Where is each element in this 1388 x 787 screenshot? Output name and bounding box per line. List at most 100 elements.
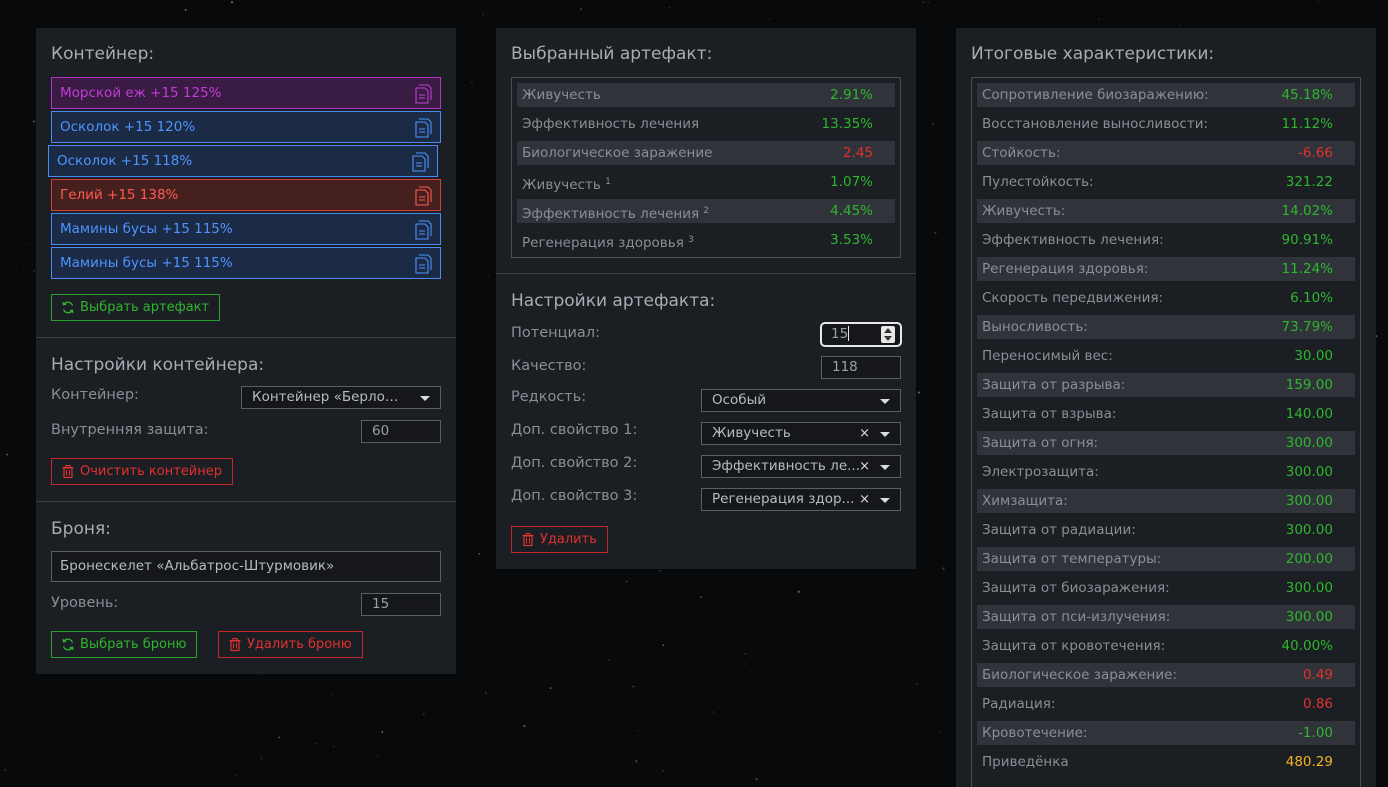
stat-name-text: Стойкость: (982, 145, 1061, 161)
star (1178, 24, 1180, 25)
stat-name: Пулестойкость: (982, 170, 1094, 194)
copy-icon[interactable] (414, 220, 432, 240)
stat-name: Биологическое заражение (522, 141, 712, 165)
stat-row: Защита от радиации: 300.00 (977, 518, 1355, 542)
artifact-item[interactable]: Осколок +15 120% (51, 111, 441, 143)
artifact-item[interactable]: Мамины бусы +15 115% (51, 213, 441, 245)
stat-name: Эффективность лечения: (982, 228, 1164, 252)
copy-icon[interactable] (414, 84, 432, 104)
stat-name: Приведёнка (982, 750, 1069, 774)
star (184, 9, 187, 11)
stat-footnote: 2 (703, 206, 710, 216)
choose-artifact-button[interactable]: Выбрать артефакт (51, 294, 221, 321)
stat-value: 11.12% (1281, 116, 1333, 132)
stat-name-text: Восстановление выносливости: (982, 116, 1209, 132)
stat-value: 6.10% (1290, 290, 1333, 306)
stat-name: Защита от радиации: (982, 518, 1136, 542)
inner-protection-label: Внутренняя защита: (51, 422, 209, 438)
stat-name: Биологическое заражение: (982, 663, 1177, 687)
stat-row: Эффективность лечения 2 4.45% (517, 199, 895, 223)
stat-value: 4.45% (830, 203, 873, 219)
stat-row: Эффективность лечения 13.35% (517, 112, 895, 136)
spinner-buttons[interactable] (881, 326, 895, 343)
star (32, 120, 35, 123)
extra2-select-value: Эффективность ле... (712, 458, 860, 474)
stat-value: 300.00 (1285, 435, 1333, 451)
star (917, 391, 921, 394)
star (662, 769, 665, 772)
artifact-item[interactable]: Мамины бусы +15 115% (51, 247, 441, 279)
extra1-select[interactable]: Живучесть × (701, 422, 901, 445)
extra3-select[interactable]: Регенерация здор... × (701, 488, 901, 511)
spin-down-icon[interactable] (884, 336, 892, 341)
stat-value: 300.00 (1285, 580, 1333, 596)
clear-icon[interactable]: × (859, 423, 870, 444)
stat-name-text: Эффективность лечения (522, 116, 700, 132)
star (977, 11, 979, 12)
star (381, 731, 384, 733)
star (635, 760, 638, 763)
clear-icon[interactable]: × (859, 489, 870, 510)
delete-artifact-button[interactable]: Удалить (511, 526, 608, 553)
star (769, 18, 771, 20)
star (26, 267, 28, 268)
stat-row: Эффективность лечения: 90.91% (977, 228, 1355, 252)
choose-armor-button[interactable]: Выбрать броню (51, 631, 198, 658)
stat-name-text: Химзащита: (982, 493, 1068, 509)
stat-row: Скорость передвижения: 6.10% (977, 286, 1355, 310)
artifact-item[interactable]: Осколок +15 118% (48, 145, 438, 177)
armor-field[interactable]: Бронескелет «Альбатрос-Штурмовик» (51, 551, 441, 582)
star (278, 736, 281, 739)
artifact-item[interactable]: Гелий +15 138% (51, 179, 441, 211)
delete-armor-button[interactable]: Удалить броню (218, 631, 363, 658)
stat-name-text: Защита от радиации: (982, 522, 1136, 538)
stat-row: Кровотечение: -1.00 (977, 721, 1355, 745)
stat-value: 321.22 (1285, 174, 1333, 190)
trash-icon (62, 465, 74, 479)
selected-artifact-title: Выбранный артефакт: (511, 44, 713, 64)
quality-input[interactable]: 118 (821, 356, 901, 379)
potential-input[interactable]: 15 (820, 322, 902, 347)
stat-row: Приведёнка 480.29 (977, 750, 1355, 774)
extra1-select-value: Живучесть (712, 425, 791, 441)
clear-container-button[interactable]: Очистить контейнер (51, 458, 233, 485)
star (637, 729, 639, 732)
stat-value: -6.66 (1298, 145, 1333, 161)
stat-name: Эффективность лечения 2 (522, 199, 709, 226)
stat-name-text: Кровотечение: (982, 725, 1088, 741)
extra3-select-value: Регенерация здор... (712, 491, 855, 507)
stat-value: -1.00 (1298, 725, 1333, 741)
text-caret (848, 326, 850, 341)
spin-up-icon[interactable] (884, 328, 892, 333)
stat-row: Защита от кровотечения: 40.00% (977, 634, 1355, 658)
stat-value: 159.00 (1285, 377, 1333, 393)
stat-footnote: 1 (605, 177, 611, 187)
stat-row: Стойкость: -6.66 (977, 141, 1355, 165)
copy-icon[interactable] (411, 152, 429, 172)
stat-value: 200.00 (1285, 551, 1333, 567)
stat-name-text: Сопротивление биозаражению: (982, 87, 1209, 103)
star (314, 742, 317, 745)
copy-icon[interactable] (414, 186, 432, 206)
star (478, 553, 481, 555)
stat-row: Сопротивление биозаражению: 45.18% (977, 83, 1355, 107)
stat-name-text: Защита от кровотечения: (982, 638, 1166, 654)
star (931, 123, 934, 126)
extra2-select[interactable]: Эффективность ле... × (701, 455, 901, 478)
clear-icon[interactable]: × (859, 456, 870, 477)
divider (36, 501, 456, 502)
stat-name-text: Защита от разрыва: (982, 377, 1126, 393)
stat-value: 30.00 (1294, 348, 1333, 364)
inner-protection-input[interactable]: 60 (361, 420, 441, 443)
copy-icon[interactable] (414, 254, 432, 274)
star (484, 691, 487, 694)
stat-value: 300.00 (1285, 609, 1333, 625)
stat-row: Защита от разрыва: 159.00 (977, 373, 1355, 397)
rarity-select[interactable]: Особый (701, 389, 901, 412)
copy-icon[interactable] (414, 118, 432, 138)
artifact-item[interactable]: Морской еж +15 125% (51, 77, 441, 109)
armor-level-input[interactable]: 15 (361, 593, 441, 616)
star (928, 1, 930, 3)
star (915, 683, 918, 685)
container-select[interactable]: Контейнер «Берлога... (241, 386, 441, 409)
